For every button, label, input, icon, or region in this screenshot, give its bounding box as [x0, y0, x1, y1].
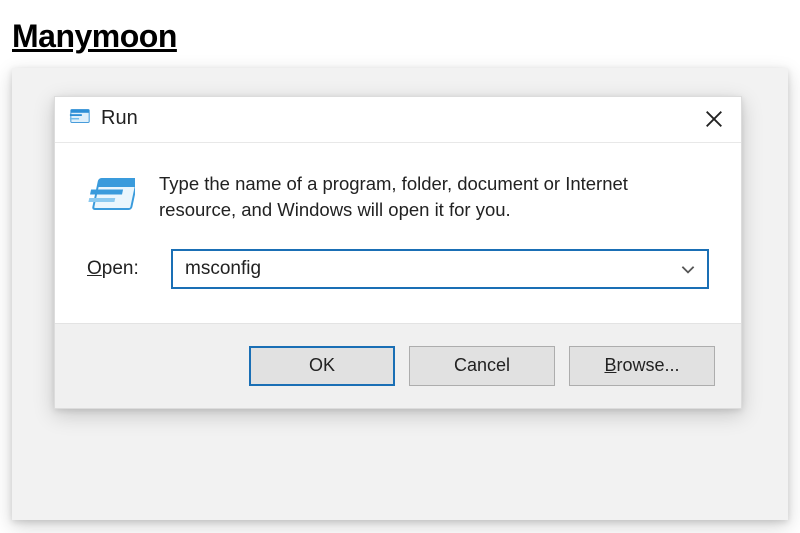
run-title-icon — [69, 105, 91, 132]
dialog-title: Run — [101, 107, 138, 130]
open-input[interactable] — [185, 258, 679, 280]
chevron-down-icon — [679, 260, 697, 278]
ok-button[interactable]: OK — [249, 346, 395, 386]
run-icon — [87, 171, 135, 219]
button-row: OK Cancel Browse... — [55, 323, 741, 408]
titlebar: Run — [55, 97, 741, 143]
open-label: Open: — [87, 258, 151, 280]
input-row: Open: — [55, 231, 741, 297]
close-icon — [705, 110, 723, 128]
open-combobox[interactable] — [171, 249, 709, 289]
run-dialog: Run Type the nam — [54, 96, 742, 409]
outer-panel: Run Type the nam — [12, 68, 788, 520]
cancel-button[interactable]: Cancel — [409, 346, 555, 386]
dialog-body: Type the name of a program, folder, docu… — [55, 143, 741, 231]
instruction-text: Type the name of a program, folder, docu… — [159, 171, 709, 223]
titlebar-left: Run — [69, 105, 138, 132]
browse-button[interactable]: Browse... — [569, 346, 715, 386]
close-button[interactable] — [701, 106, 727, 132]
brand-title: Manymoon — [12, 18, 177, 55]
